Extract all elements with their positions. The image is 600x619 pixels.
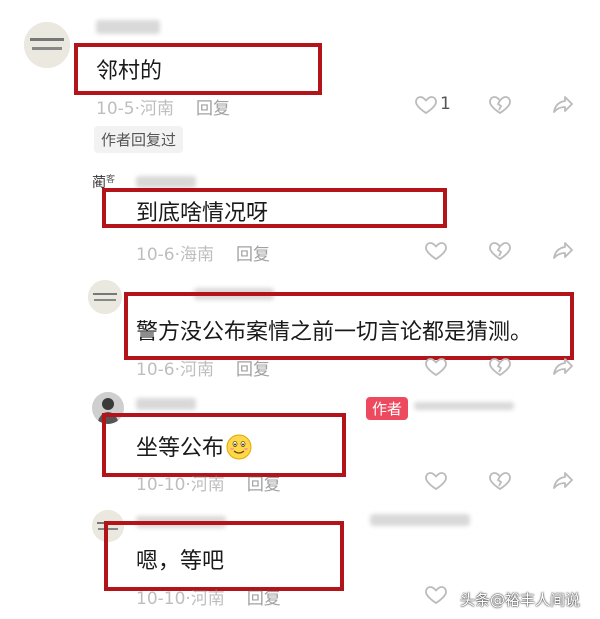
share-arrow-icon[interactable] <box>551 92 575 116</box>
reply-button[interactable]: 回复 <box>236 245 270 265</box>
reply-button[interactable]: 回复 <box>236 360 270 380</box>
reply-button[interactable]: 回复 <box>196 99 230 119</box>
broken-heart-icon[interactable] <box>488 92 512 116</box>
comment-date: 10-10 <box>136 475 186 495</box>
comment-meta: 10-6·海南 回复 <box>136 245 270 265</box>
comment-text: 到底啥情况呀 <box>136 201 269 226</box>
share-arrow-icon[interactable] <box>551 354 575 378</box>
username[interactable] <box>136 176 196 188</box>
comment-meta: 10-10·河南 回复 <box>136 475 281 495</box>
comment-location: 河南 <box>190 589 225 609</box>
author-replied-tag: 作者回复过 <box>94 126 184 153</box>
comment-text: 坐等公布 <box>136 430 252 462</box>
avatar[interactable] <box>88 280 122 314</box>
comment-meta: 10-6·河南 回复 <box>136 360 270 380</box>
heart-icon[interactable] <box>424 238 448 262</box>
username[interactable] <box>414 402 514 410</box>
comment-location: 海南 <box>180 245 214 265</box>
comment-location: 河南 <box>180 360 214 380</box>
share-arrow-icon[interactable] <box>551 468 575 492</box>
comment-meta: 10-10·河南 回复 <box>136 589 281 609</box>
heart-icon[interactable] <box>424 468 448 492</box>
comment-location: 河南 <box>140 99 174 119</box>
heart-icon[interactable] <box>414 92 438 116</box>
comment-date: 10-6 <box>136 360 175 380</box>
share-arrow-icon[interactable] <box>551 238 575 262</box>
comment-date: 10-10 <box>136 589 186 609</box>
broken-heart-icon[interactable] <box>488 354 512 378</box>
svg-text:客: 客 <box>106 173 115 185</box>
like-count: 1 <box>440 94 451 114</box>
broken-heart-icon[interactable] <box>488 468 512 492</box>
username[interactable] <box>370 514 470 526</box>
avatar[interactable] <box>24 22 70 68</box>
comment-date: 10-5 <box>96 99 135 119</box>
heart-icon[interactable] <box>424 354 448 378</box>
comment-text-content: 坐等公布 <box>136 436 225 461</box>
comment-text: 嗯，等吧 <box>136 549 225 574</box>
watermark: 头条@裕丰人间说 <box>460 591 581 609</box>
reply-button[interactable]: 回复 <box>247 589 281 609</box>
username[interactable] <box>96 20 160 34</box>
smiling-face-emoji <box>226 434 252 460</box>
comment-text: 邻村的 <box>96 59 163 84</box>
username[interactable] <box>136 398 196 410</box>
comment-date: 10-6 <box>136 245 175 265</box>
broken-heart-icon[interactable] <box>488 238 512 262</box>
comment-text: 警方没公布案情之前一切言论都是猜测。 <box>136 320 533 345</box>
comment-meta: 10-5·河南 回复 <box>96 99 230 119</box>
heart-icon[interactable] <box>424 582 448 606</box>
reply-button[interactable]: 回复 <box>247 475 281 495</box>
comment-location: 河南 <box>190 475 225 495</box>
author-badge: 作者 <box>366 397 409 420</box>
